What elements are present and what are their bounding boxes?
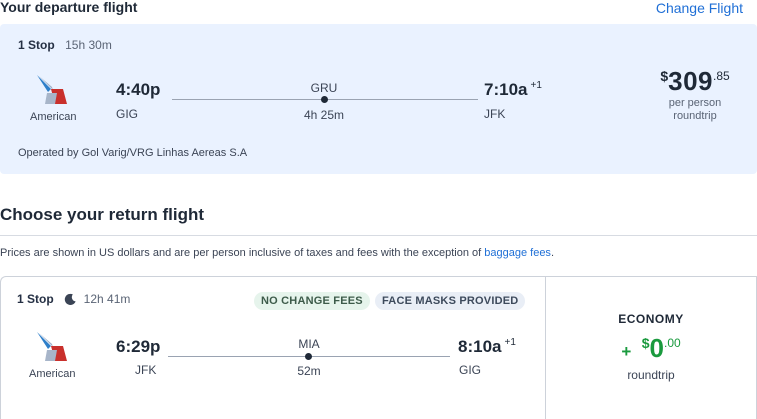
baggage-fees-link[interactable]: baggage fees xyxy=(484,247,551,259)
departure-price-per-person: per person xyxy=(668,97,722,109)
face-masks-badge: FACE MASKS PROVIDED xyxy=(375,292,526,310)
return-arrive-time: 8:10a xyxy=(458,337,502,356)
departure-layover-dot xyxy=(321,96,328,103)
economy-price-dollars: 0 xyxy=(649,333,664,363)
return-airline-name: American xyxy=(29,368,76,380)
departure-heading: Your departure flight xyxy=(0,0,138,15)
departure-price: $309.85 per person roundtrip xyxy=(640,66,750,123)
economy-price-prefix: + xyxy=(621,342,632,361)
economy-label: ECONOMY xyxy=(618,312,684,326)
departure-price-cents: .85 xyxy=(713,69,730,83)
departure-depart-time: 4:40p xyxy=(116,80,161,99)
departure-price-dollars: 309 xyxy=(668,66,713,96)
return-arrive-code: GIG xyxy=(459,363,482,377)
american-airlines-logo-icon xyxy=(33,330,71,369)
price-note-text: Prices are shown in US dollars and are p… xyxy=(0,247,485,259)
return-arrive-offset: +1 xyxy=(504,337,516,349)
return-layover-dot xyxy=(305,353,312,360)
no-change-fees-badge: NO CHANGE FEES xyxy=(254,292,370,310)
return-duration: 12h 41m xyxy=(83,292,131,306)
departure-depart-code: GIG xyxy=(116,107,139,121)
departure-stops-row: 1 Stop 15h 30m xyxy=(18,36,112,54)
american-airlines-logo-icon xyxy=(33,73,71,112)
departure-layover-code: GRU xyxy=(310,81,338,95)
return-divider xyxy=(0,235,757,236)
economy-price[interactable]: + $0.00 xyxy=(546,333,756,364)
return-depart-time: 6:29p xyxy=(116,337,161,356)
economy-price-symbol: $ xyxy=(641,335,650,351)
return-stops: 1 Stop xyxy=(17,292,54,306)
price-note-end: . xyxy=(550,247,554,259)
return-layover-code: MIA xyxy=(298,337,320,351)
moon-icon xyxy=(64,293,77,306)
return-arrive-block: 8:10a +1 xyxy=(458,337,516,357)
departure-arrive-time: 7:10a xyxy=(484,80,528,99)
return-stops-row: 1 Stop 12h 41m xyxy=(17,292,130,306)
return-layover-duration: 52m xyxy=(297,364,321,378)
departure-arrive-code: JFK xyxy=(484,107,506,121)
price-note: Prices are shown in US dollars and are p… xyxy=(0,247,554,259)
departure-operated-by: Operated by Gol Varig/VRG Linhas Aereas … xyxy=(18,147,248,159)
departure-airline-name: American xyxy=(30,111,77,123)
departure-arrive-offset: +1 xyxy=(530,80,542,92)
economy-roundtrip: roundtrip xyxy=(627,368,675,382)
departure-layover-duration: 4h 25m xyxy=(303,108,345,122)
return-depart-code: JFK xyxy=(135,363,157,377)
return-heading: Choose your return flight xyxy=(0,205,204,224)
departure-card[interactable]: 1 Stop 15h 30m American 4:40p GIG GRU 4h… xyxy=(0,24,757,174)
departure-duration: 15h 30m xyxy=(65,38,112,52)
departure-stops: 1 Stop xyxy=(18,38,55,52)
departure-price-symbol: $ xyxy=(660,68,669,84)
economy-price-cents: .00 xyxy=(663,336,681,350)
change-flight-link[interactable]: Change Flight xyxy=(656,0,743,16)
departure-price-roundtrip: roundtrip xyxy=(673,110,717,122)
departure-arrive-block: 7:10a +1 xyxy=(484,80,542,100)
